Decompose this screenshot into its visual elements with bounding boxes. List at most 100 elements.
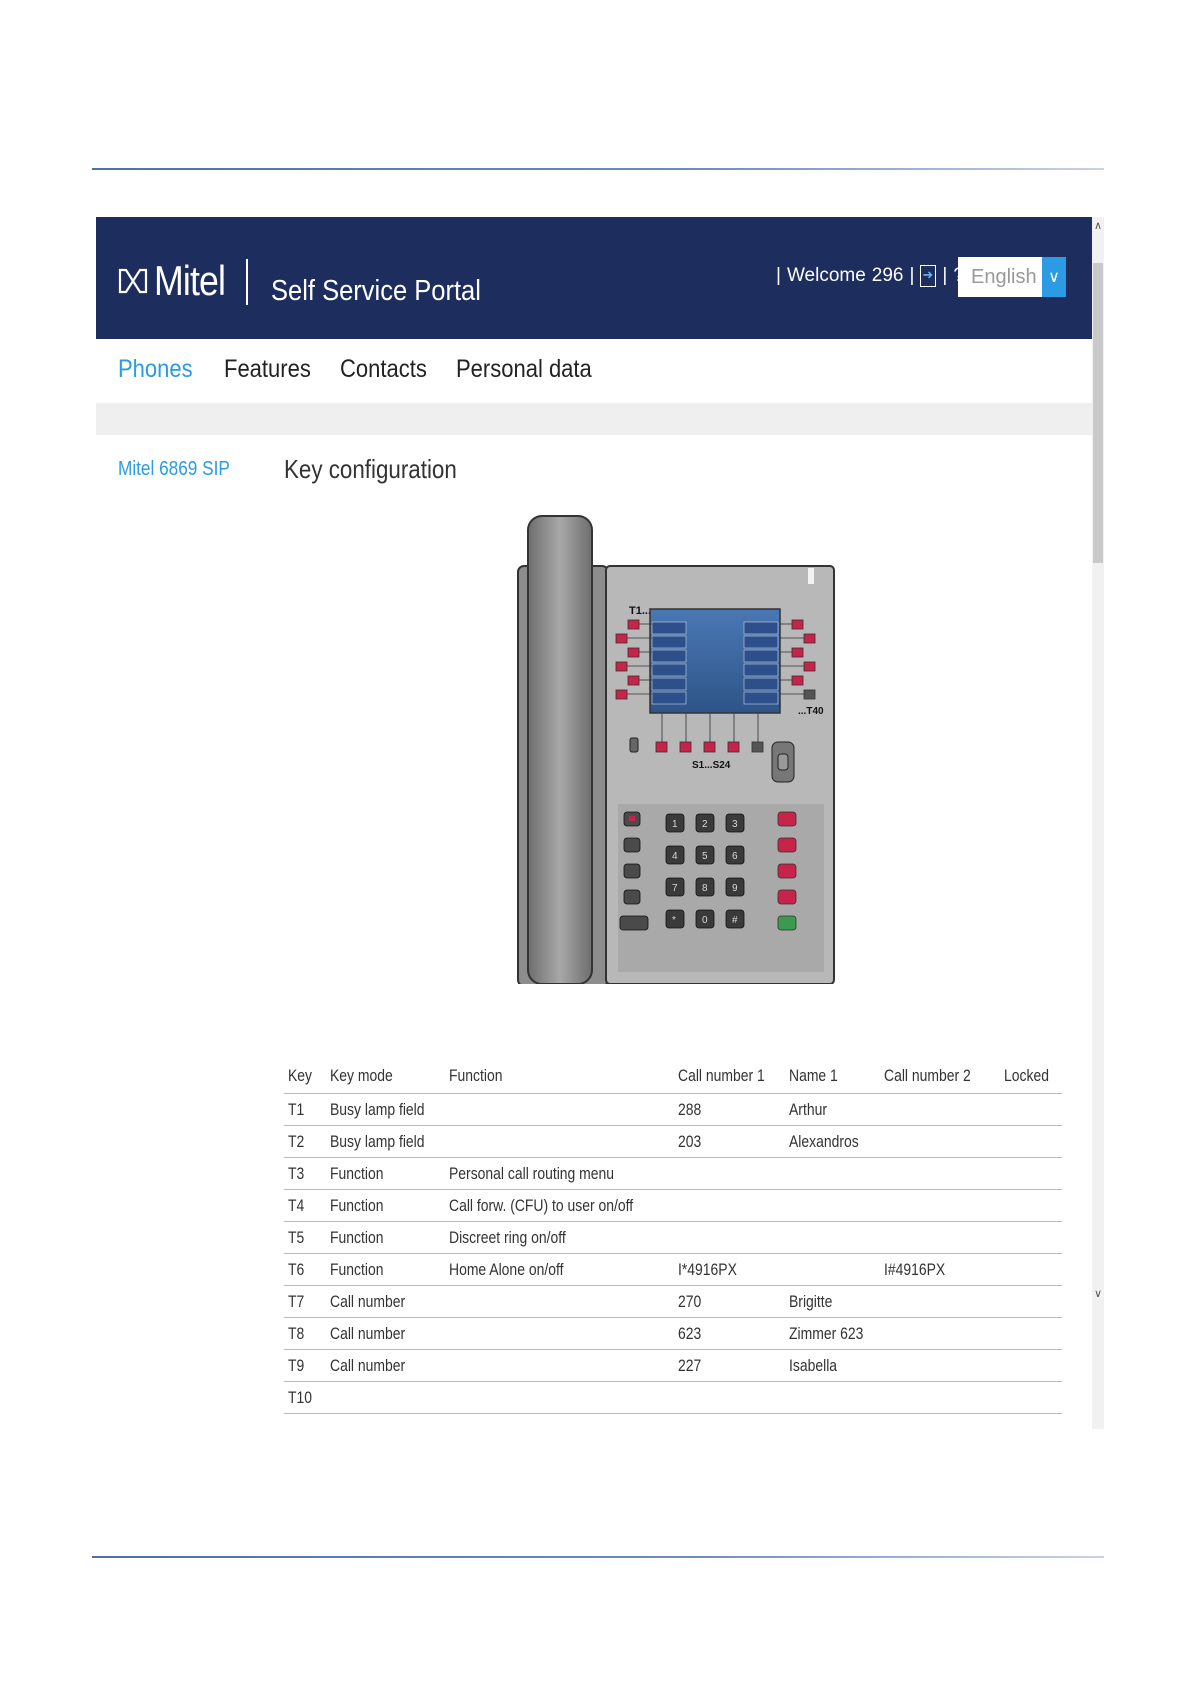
portal-header: Mitel Self Service Portal | Welcome 296 …	[96, 217, 1092, 339]
svg-text:2: 2	[702, 819, 708, 830]
tab-features[interactable]: Features	[224, 355, 311, 384]
col-locked: Locked	[999, 1059, 1062, 1094]
table-cell: Function	[326, 1157, 446, 1190]
table-row[interactable]: T4 Function Call forw. (CFU) to user on/of…	[284, 1189, 1062, 1222]
table-cell	[445, 1125, 674, 1158]
table-row[interactable]: T3 Function Personal call routing menu	[284, 1157, 1062, 1190]
user-bar: | Welcome 296 | | ? |	[776, 265, 975, 287]
table-cell	[445, 1285, 674, 1318]
table-cell	[999, 1157, 1062, 1190]
table-cell: T1	[284, 1093, 326, 1126]
scroll-down-icon[interactable]: ∨	[1092, 1287, 1104, 1300]
svg-text:0: 0	[702, 915, 708, 926]
key-config-table: Key Key mode Function Call number 1 Name…	[284, 1059, 1062, 1414]
chevron-down-icon[interactable]: ∨	[1042, 257, 1066, 297]
table-cell	[879, 1189, 1000, 1222]
user-number: 296	[871, 265, 904, 286]
table-cell	[879, 1125, 1000, 1158]
table-cell: Isabella	[784, 1349, 880, 1382]
table-cell: Busy lamp field	[326, 1093, 446, 1126]
logo-text: Mitel	[154, 257, 226, 304]
table-cell	[999, 1221, 1062, 1254]
table-cell	[445, 1381, 674, 1414]
table-row[interactable]: T8 Call number 623 Zimmer 623	[284, 1317, 1062, 1350]
scroll-up-icon[interactable]: ∧	[1092, 219, 1104, 232]
table-cell	[673, 1381, 785, 1414]
table-cell: T5	[284, 1221, 326, 1254]
table-cell	[999, 1189, 1062, 1222]
table-row[interactable]: T5 Function Discreet ring on/off	[284, 1221, 1062, 1254]
portal-title: Self Service Portal	[271, 275, 481, 307]
table-cell: Zimmer 623	[784, 1317, 880, 1350]
table-cell: Function	[326, 1221, 446, 1254]
mitel-logo-icon	[118, 268, 148, 294]
table-cell	[784, 1381, 880, 1414]
scrollbar-thumb[interactable]	[1093, 263, 1103, 563]
phone-model-link[interactable]: Mitel 6869 SIP	[118, 458, 230, 481]
table-cell: Brigitte	[784, 1285, 880, 1318]
table-row[interactable]: T7 Call number 270 Brigitte	[284, 1285, 1062, 1318]
table-cell	[999, 1317, 1062, 1350]
page-top-rule	[92, 168, 1104, 170]
svg-text:7: 7	[672, 883, 678, 894]
table-cell: T3	[284, 1157, 326, 1190]
tab-contacts[interactable]: Contacts	[340, 355, 427, 384]
table-cell: 227	[673, 1349, 785, 1382]
col-key-mode: Key mode	[326, 1059, 446, 1094]
table-cell	[999, 1349, 1062, 1382]
table-cell	[326, 1381, 446, 1414]
table-cell	[879, 1317, 1000, 1350]
table-cell: Busy lamp field	[326, 1125, 446, 1158]
table-cell	[879, 1093, 1000, 1126]
table-cell: Call number	[326, 1317, 446, 1350]
table-cell	[445, 1349, 674, 1382]
table-cell: Personal call routing menu	[445, 1157, 674, 1190]
table-cell: Discreet ring on/off	[445, 1221, 674, 1254]
table-cell	[784, 1221, 880, 1254]
table-row[interactable]: T2 Busy lamp field 203 Alexandros	[284, 1125, 1062, 1158]
col-name-1: Name 1	[784, 1059, 880, 1094]
col-call-number-1: Call number 1	[673, 1059, 785, 1094]
table-cell: I*4916PX	[673, 1253, 785, 1286]
svg-text:8: 8	[702, 883, 708, 894]
language-select[interactable]: English ∨	[958, 257, 1066, 297]
table-cell	[999, 1381, 1062, 1414]
table-cell	[673, 1157, 785, 1190]
table-cell	[879, 1221, 1000, 1254]
col-key: Key	[284, 1059, 326, 1094]
table-row[interactable]: T10	[284, 1381, 1062, 1414]
svg-text:5: 5	[702, 851, 708, 862]
table-cell: T6	[284, 1253, 326, 1286]
table-cell: Function	[326, 1253, 446, 1286]
table-cell	[999, 1285, 1062, 1318]
svg-text:3: 3	[732, 819, 738, 830]
table-cell	[784, 1157, 880, 1190]
tab-phones[interactable]: Phones	[118, 355, 193, 384]
vertical-scrollbar[interactable]: ∧ ∨	[1092, 217, 1104, 1429]
table-cell	[673, 1189, 785, 1222]
table-row[interactable]: T6 Function Home Alone on/off I*4916PX I#491…	[284, 1253, 1062, 1286]
table-cell: T10	[284, 1381, 326, 1414]
table-row[interactable]: T9 Call number 227 Isabella	[284, 1349, 1062, 1382]
col-call-number-2: Call number 2	[879, 1059, 1000, 1094]
table-cell: Call forw. (CFU) to user on/off	[445, 1189, 674, 1222]
logout-icon[interactable]	[920, 265, 937, 287]
table-body: T1 Busy lamp field 288 Arthur T2 Busy lamp fi…	[284, 1093, 1062, 1414]
table-cell	[673, 1221, 785, 1254]
table-cell	[784, 1253, 880, 1286]
mitel-logo[interactable]: Mitel	[118, 257, 238, 305]
table-cell	[879, 1381, 1000, 1414]
table-cell: I#4916PX	[879, 1253, 1000, 1286]
table-cell	[879, 1285, 1000, 1318]
table-cell: 203	[673, 1125, 785, 1158]
table-cell: T4	[284, 1189, 326, 1222]
svg-text:4: 4	[672, 851, 678, 862]
col-function: Function	[445, 1059, 674, 1094]
main-nav: Phones Features Contacts Personal data	[96, 339, 1092, 403]
table-row[interactable]: T1 Busy lamp field 288 Arthur	[284, 1093, 1062, 1126]
tab-personal-data[interactable]: Personal data	[456, 355, 592, 384]
welcome-label: Welcome	[786, 265, 866, 286]
table-cell	[784, 1189, 880, 1222]
table-cell	[879, 1349, 1000, 1382]
table-cell	[999, 1253, 1062, 1286]
